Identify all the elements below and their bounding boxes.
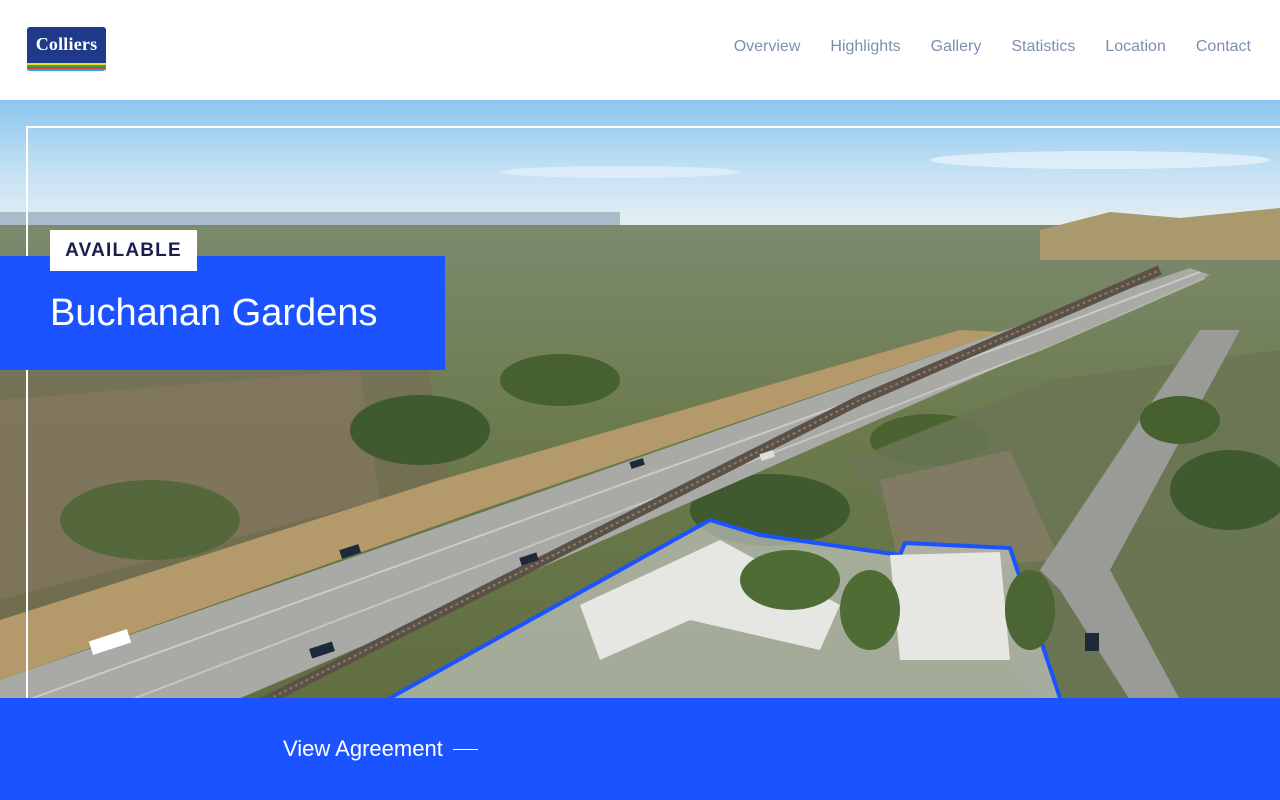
aerial-photo bbox=[0, 100, 1280, 800]
logo-text: Colliers bbox=[35, 34, 98, 54]
hero-section: AVAILABLE Buchanan Gardens View Agreemen… bbox=[0, 100, 1280, 800]
badge-label: AVAILABLE bbox=[65, 240, 182, 261]
view-agreement-button[interactable]: View Agreement bbox=[283, 736, 478, 762]
property-title: Buchanan Gardens bbox=[50, 292, 378, 334]
property-title-box: Buchanan Gardens bbox=[0, 256, 445, 370]
logo-stripes bbox=[27, 63, 106, 71]
cta-bar: View Agreement bbox=[0, 698, 1280, 800]
nav-location[interactable]: Location bbox=[1105, 38, 1166, 56]
site-header: Colliers Overview Highlights Gallery Sta… bbox=[0, 0, 1280, 100]
dash-arrow-icon bbox=[452, 748, 478, 750]
colliers-logo[interactable]: Colliers bbox=[27, 27, 106, 71]
nav-contact[interactable]: Contact bbox=[1196, 38, 1251, 56]
main-nav: Overview Highlights Gallery Statistics L… bbox=[734, 38, 1251, 56]
nav-overview[interactable]: Overview bbox=[734, 38, 801, 56]
view-agreement-label: View Agreement bbox=[283, 736, 443, 761]
nav-gallery[interactable]: Gallery bbox=[931, 38, 982, 56]
availability-badge: AVAILABLE bbox=[50, 230, 197, 271]
nav-statistics[interactable]: Statistics bbox=[1011, 38, 1075, 56]
nav-highlights[interactable]: Highlights bbox=[830, 38, 900, 56]
